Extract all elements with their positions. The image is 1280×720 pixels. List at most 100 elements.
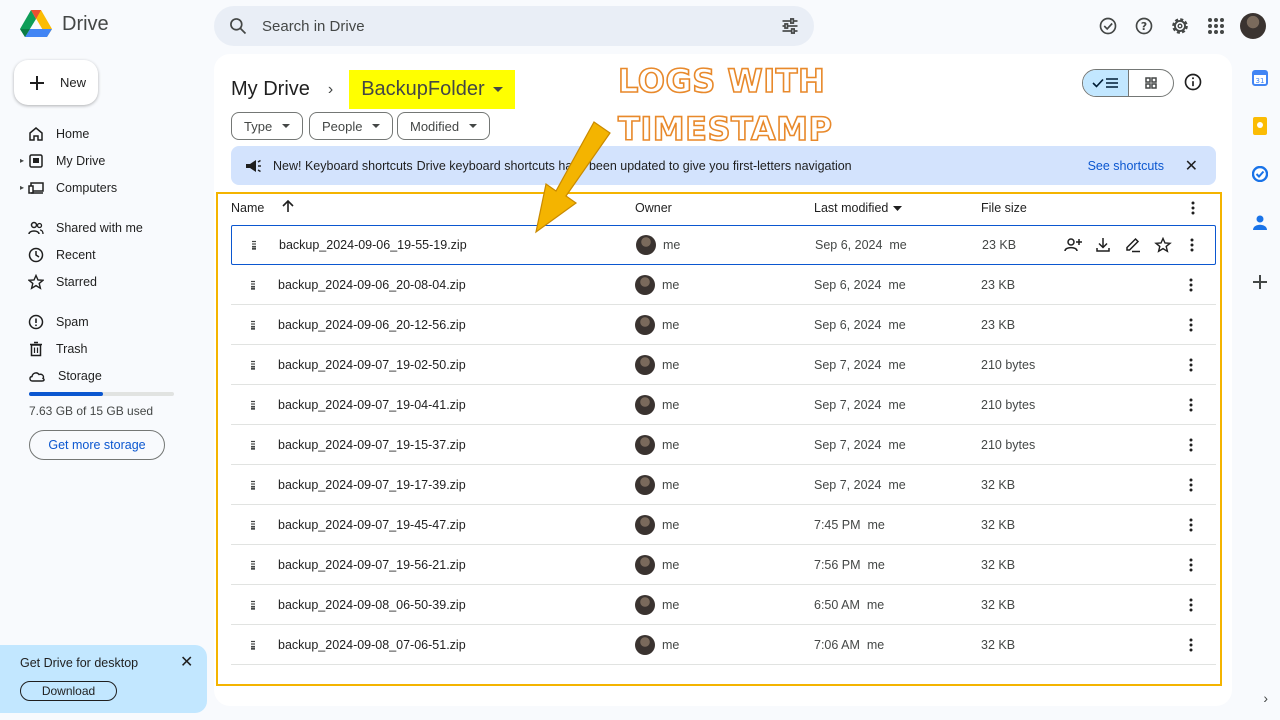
file-name[interactable]: backup_2024-09-06_20-08-04.zip — [278, 278, 466, 292]
file-name[interactable]: backup_2024-09-07_19-15-37.zip — [278, 438, 466, 452]
file-name[interactable]: backup_2024-09-07_19-02-50.zip — [278, 358, 466, 372]
sidebar-item-spam[interactable]: Spam — [0, 308, 200, 335]
file-name[interactable]: backup_2024-09-07_19-04-41.zip — [278, 398, 466, 412]
file-name[interactable]: backup_2024-09-08_07-06-51.zip — [278, 638, 466, 652]
drive-logo[interactable]: Drive — [20, 10, 109, 38]
file-size: 32 KB — [981, 557, 1016, 572]
contacts-app-icon[interactable] — [1240, 198, 1280, 246]
chevron-right-icon: › — [327, 80, 334, 98]
star-icon[interactable] — [1154, 237, 1172, 253]
file-name[interactable]: backup_2024-09-06_19-55-19.zip — [279, 238, 467, 252]
sidebar-item-shared[interactable]: Shared with me — [0, 214, 200, 241]
file-size: 210 bytes — [981, 437, 1036, 452]
sidebar-item-computers[interactable]: ▸ Computers — [0, 174, 200, 201]
sort-arrow-up-icon[interactable] — [281, 199, 295, 213]
sidebar-item-label: Storage — [58, 368, 102, 383]
filter-type-chip[interactable]: Type — [231, 112, 304, 140]
search-options-icon[interactable] — [780, 16, 800, 36]
file-size: 23 KB — [982, 238, 1017, 252]
sidebar-item-storage[interactable]: Storage — [0, 362, 200, 389]
expand-caret-icon[interactable]: ▸ — [20, 156, 24, 165]
table-row[interactable]: backup_2024-09-07_19-17-39.zip me Sep 7, 2… — [231, 465, 1216, 505]
sidebar-item-home[interactable]: Home — [0, 120, 200, 147]
download-icon[interactable] — [1094, 237, 1112, 253]
table-row[interactable]: backup_2024-09-08_07-06-51.zip me 7:06 AM … — [231, 625, 1216, 665]
account-avatar[interactable] — [1240, 13, 1266, 39]
file-name[interactable]: backup_2024-09-08_06-50-39.zip — [278, 598, 466, 612]
close-icon[interactable]: ✕ — [1185, 156, 1198, 176]
table-row[interactable]: backup_2024-09-08_06-50-39.zip me 6:50 AM … — [231, 585, 1216, 625]
table-row[interactable]: backup_2024-09-07_19-56-21.zip me 7:56 PM … — [231, 545, 1216, 585]
more-vert-icon[interactable] — [1190, 238, 1194, 252]
shared-icon — [28, 221, 44, 234]
more-vert-icon[interactable] — [1189, 438, 1193, 452]
table-row[interactable]: backup_2024-09-07_19-15-37.zip me Sep 7, 2… — [231, 425, 1216, 465]
file-name[interactable]: backup_2024-09-07_19-45-47.zip — [278, 518, 466, 532]
search-icon[interactable] — [228, 16, 248, 36]
sidebar-item-starred[interactable]: Starred — [0, 268, 200, 295]
more-vert-icon[interactable] — [1189, 398, 1193, 412]
search-input[interactable] — [262, 17, 780, 35]
table-row[interactable]: backup_2024-09-06_20-08-04.zip me Sep 6, 2… — [231, 265, 1216, 305]
grid-view-button[interactable] — [1129, 70, 1174, 96]
column-header-owner[interactable]: Owner — [635, 201, 672, 215]
modified-date: Sep 6, 2024 me — [815, 238, 907, 252]
keep-app-icon[interactable] — [1240, 102, 1280, 150]
dropdown-arrow-icon — [492, 86, 503, 92]
calendar-app-icon[interactable]: 31 — [1240, 54, 1280, 102]
more-vert-icon[interactable] — [1189, 318, 1193, 332]
table-row[interactable]: backup_2024-09-06_20-12-56.zip me Sep 6, 2… — [231, 305, 1216, 345]
owner-avatar — [635, 274, 655, 295]
sidebar-item-trash[interactable]: Trash — [0, 335, 200, 362]
storage-bar-fill — [29, 392, 103, 396]
download-button[interactable]: Download — [20, 681, 117, 701]
sidebar-item-my-drive[interactable]: ▸ My Drive — [0, 147, 200, 174]
share-person-add-icon[interactable] — [1064, 237, 1082, 253]
more-vert-icon[interactable] — [1191, 201, 1195, 215]
tasks-app-icon[interactable] — [1240, 150, 1280, 198]
rename-pencil-icon[interactable] — [1124, 237, 1142, 253]
breadcrumb-my-drive[interactable]: My Drive — [231, 78, 310, 101]
more-vert-icon[interactable] — [1189, 358, 1193, 372]
expand-caret-icon[interactable]: ▸ — [20, 183, 24, 192]
see-shortcuts-link[interactable]: See shortcuts — [1088, 159, 1164, 173]
column-header-size[interactable]: File size — [981, 201, 1027, 215]
more-vert-icon[interactable] — [1189, 518, 1193, 532]
file-name[interactable]: backup_2024-09-07_19-17-39.zip — [278, 478, 466, 492]
apps-grid-icon[interactable] — [1204, 14, 1228, 38]
table-row[interactable]: backup_2024-09-06_19-55-19.zip me Sep 6,… — [231, 225, 1216, 265]
sidebar-item-recent[interactable]: Recent — [0, 241, 200, 268]
search-bar[interactable] — [214, 6, 814, 46]
offline-ready-icon[interactable] — [1096, 14, 1120, 38]
filter-label: Type — [244, 118, 273, 134]
table-row[interactable]: backup_2024-09-07_19-45-47.zip me 7:45 PM … — [231, 505, 1216, 545]
owner-name: me — [662, 317, 680, 332]
help-icon[interactable]: ? — [1132, 14, 1156, 38]
close-icon[interactable]: ✕ — [180, 652, 193, 672]
list-view-button[interactable] — [1083, 70, 1129, 96]
filter-modified-chip[interactable]: Modified — [397, 112, 491, 140]
chevron-right-icon[interactable]: › — [1263, 690, 1268, 706]
more-vert-icon[interactable] — [1189, 278, 1193, 292]
get-more-storage-button[interactable]: Get more storage — [29, 430, 165, 460]
annotation-line: LOGS WITH — [617, 61, 826, 101]
info-icon[interactable] — [1183, 72, 1203, 92]
settings-gear-icon[interactable] — [1168, 14, 1192, 38]
column-header-modified[interactable]: Last modified — [814, 201, 888, 215]
breadcrumb-current-folder[interactable]: BackupFolder — [349, 70, 515, 109]
table-row[interactable]: backup_2024-09-07_19-02-50.zip me Sep 7, 2… — [231, 345, 1216, 385]
filter-people-chip[interactable]: People — [309, 112, 394, 140]
add-addon-plus-icon[interactable] — [1240, 258, 1280, 306]
more-vert-icon[interactable] — [1189, 478, 1193, 492]
owner-avatar — [635, 634, 655, 655]
more-vert-icon[interactable] — [1189, 638, 1193, 652]
column-header-name[interactable]: Name — [231, 201, 264, 215]
file-name[interactable]: backup_2024-09-06_20-12-56.zip — [278, 318, 466, 332]
clock-icon — [28, 247, 44, 262]
more-vert-icon[interactable] — [1189, 598, 1193, 612]
file-name[interactable]: backup_2024-09-07_19-56-21.zip — [278, 558, 466, 572]
more-vert-icon[interactable] — [1189, 558, 1193, 572]
new-button[interactable]: New — [14, 60, 98, 105]
table-row[interactable]: backup_2024-09-07_19-04-41.zip me Sep 7, 2… — [231, 385, 1216, 425]
sort-desc-icon[interactable] — [893, 206, 902, 211]
